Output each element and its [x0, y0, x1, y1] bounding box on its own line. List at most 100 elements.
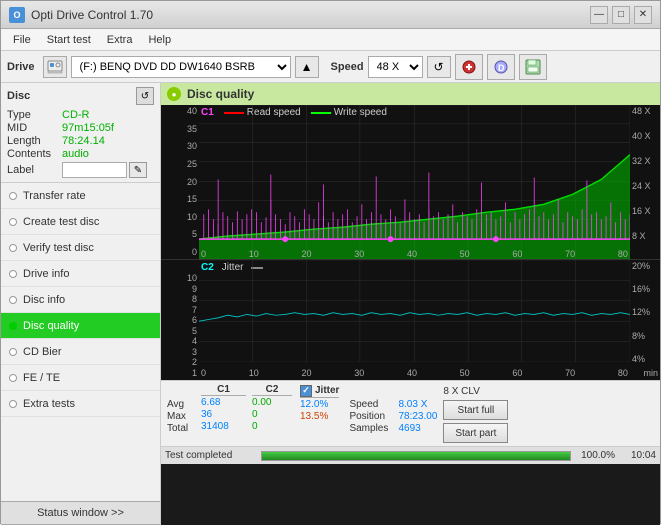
sidebar: Disc ↺ Type CD-R MID 97m15:05f Length 78…: [1, 83, 161, 525]
jitter-avg: 12.0%: [300, 399, 339, 410]
clv-value: 8 X CLV: [443, 384, 508, 398]
disc-length-row: Length 78:24.14: [7, 135, 154, 147]
y-label-25: 25: [163, 160, 197, 169]
x-label-30: 30: [354, 249, 364, 259]
minimize-button[interactable]: —: [590, 6, 608, 24]
progress-bar-container: Test completed 100.0% 10:04: [161, 446, 660, 464]
drive-select[interactable]: (F:) BENQ DVD DD DW1640 BSRB: [71, 56, 291, 78]
sidebar-item-cd-bier[interactable]: CD Bier: [1, 339, 160, 365]
sidebar-item-disc-info[interactable]: Disc info: [1, 287, 160, 313]
disc-panel: Disc ↺ Type CD-R MID 97m15:05f Length 78…: [1, 83, 160, 183]
bottom-chart: C2 Jitter 10 9 8 7 6 5 4 3 2 1 20% 16%: [161, 260, 660, 380]
close-button[interactable]: ✕: [634, 6, 652, 24]
nav-items: Transfer rate Create test disc Verify te…: [1, 183, 160, 501]
sidebar-item-create-test-disc[interactable]: Create test disc: [1, 209, 160, 235]
x-label-0: 0: [201, 249, 206, 259]
x-label-70: 70: [565, 249, 575, 259]
disc-refresh-button[interactable]: ↺: [136, 87, 154, 105]
speed-select[interactable]: 48 X: [368, 56, 423, 78]
svg-text:D: D: [498, 63, 505, 73]
samples-row: Samples 4693: [349, 423, 437, 434]
disc-label-key: Label: [7, 164, 62, 176]
y-label-30: 30: [163, 142, 197, 151]
y-label-40: 40: [163, 107, 197, 116]
app-icon: O: [9, 7, 25, 23]
disc-type-label: Type: [7, 109, 62, 121]
toolbar-btn-1[interactable]: [455, 54, 483, 80]
c1-column: C1 6.68 36 31408: [201, 384, 246, 432]
sidebar-item-disc-quality[interactable]: Disc quality: [1, 313, 160, 339]
toolbar-btn-2[interactable]: D: [487, 54, 515, 80]
bx-label-60: 60: [512, 368, 522, 378]
nav-label: Extra tests: [23, 398, 75, 410]
bx-label-0: 0: [201, 368, 206, 378]
min-label: min: [643, 368, 658, 378]
sidebar-item-transfer-rate[interactable]: Transfer rate: [1, 183, 160, 209]
sidebar-item-drive-info[interactable]: Drive info: [1, 261, 160, 287]
nav-label: Create test disc: [23, 216, 99, 228]
c1-max: 36: [201, 409, 246, 420]
chart-icon: ●: [167, 87, 181, 101]
menu-help[interactable]: Help: [140, 32, 179, 48]
chart-header: ● Disc quality: [161, 83, 660, 105]
nav-label: Drive info: [23, 268, 69, 280]
refresh-button[interactable]: ↺: [427, 56, 451, 78]
disc-label-edit-button[interactable]: ✎: [129, 162, 147, 178]
menu-file[interactable]: File: [5, 32, 39, 48]
start-full-button[interactable]: Start full: [443, 400, 508, 420]
bottom-y-axis-left: 10 9 8 7 6 5 4 3 2 1: [161, 260, 199, 380]
c1-total: 31408: [201, 421, 246, 432]
c2-total: 0: [252, 421, 292, 432]
x-label-60: 60: [512, 249, 522, 259]
row-labels: Avg Max Total: [167, 384, 199, 434]
nav-dot: [9, 244, 17, 252]
disc-mid-value: 97m15:05f: [62, 122, 114, 134]
menu-extra[interactable]: Extra: [99, 32, 141, 48]
jitter-checkbox[interactable]: ✓: [300, 385, 312, 397]
disc-mid-label: MID: [7, 122, 62, 134]
nav-label: Disc quality: [23, 320, 79, 332]
status-window-button[interactable]: Status window >>: [1, 501, 160, 525]
top-chart-svg: [199, 105, 630, 259]
disc-length-value: 78:24.14: [62, 135, 105, 147]
x-label-80: 80: [618, 249, 628, 259]
y-label-0: 0: [163, 248, 197, 257]
bottom-chart-svg: [199, 260, 630, 362]
sidebar-item-fe-te[interactable]: FE / TE: [1, 365, 160, 391]
window-title: Opti Drive Control 1.70: [31, 8, 590, 22]
sidebar-item-extra-tests[interactable]: Extra tests: [1, 391, 160, 417]
jitter-header-label: Jitter: [315, 385, 339, 396]
top-y-axis-right: 48 X 40 X 32 X 24 X 16 X 8 X: [630, 105, 660, 259]
menu-start-test[interactable]: Start test: [39, 32, 99, 48]
nav-dot: [9, 400, 17, 408]
progress-percent: 100.0%: [577, 450, 615, 461]
eject-button[interactable]: ▲: [295, 56, 319, 78]
nav-dot: [9, 192, 17, 200]
avg-row-label: Avg: [167, 399, 199, 410]
disc-contents-row: Contents audio: [7, 148, 154, 160]
maximize-button[interactable]: □: [612, 6, 630, 24]
start-buttons: Start full Start part: [443, 400, 508, 443]
disc-label-row: Label ✎: [7, 162, 154, 178]
nav-dot: [9, 218, 17, 226]
nav-label: Verify test disc: [23, 242, 94, 254]
y-label-5: 5: [163, 230, 197, 239]
toolbar-btn-save[interactable]: [519, 54, 547, 80]
nav-dot: [9, 374, 17, 382]
y-label-10: 10: [163, 213, 197, 222]
drive-toolbar: Drive (F:) BENQ DVD DD DW1640 BSRB ▲ Spe…: [1, 51, 660, 83]
c2-header: C2: [252, 384, 292, 396]
y-right-8: 8 X: [632, 232, 658, 241]
sidebar-item-verify-test-disc[interactable]: Verify test disc: [1, 235, 160, 261]
bx-label-40: 40: [407, 368, 417, 378]
start-part-button[interactable]: Start part: [443, 423, 508, 443]
chart-title: Disc quality: [187, 87, 254, 101]
stats-bar: Avg Max Total C1 6.68 36 31408: [161, 380, 660, 446]
disc-type-value: CD-R: [62, 109, 90, 121]
drive-icon: [43, 56, 67, 78]
y-label-20: 20: [163, 178, 197, 187]
clv-buttons: 8 X CLV Start full Start part: [443, 384, 508, 443]
disc-label-input[interactable]: [62, 162, 127, 178]
disc-title: Disc: [7, 90, 30, 102]
main-layout: Disc ↺ Type CD-R MID 97m15:05f Length 78…: [1, 83, 660, 525]
